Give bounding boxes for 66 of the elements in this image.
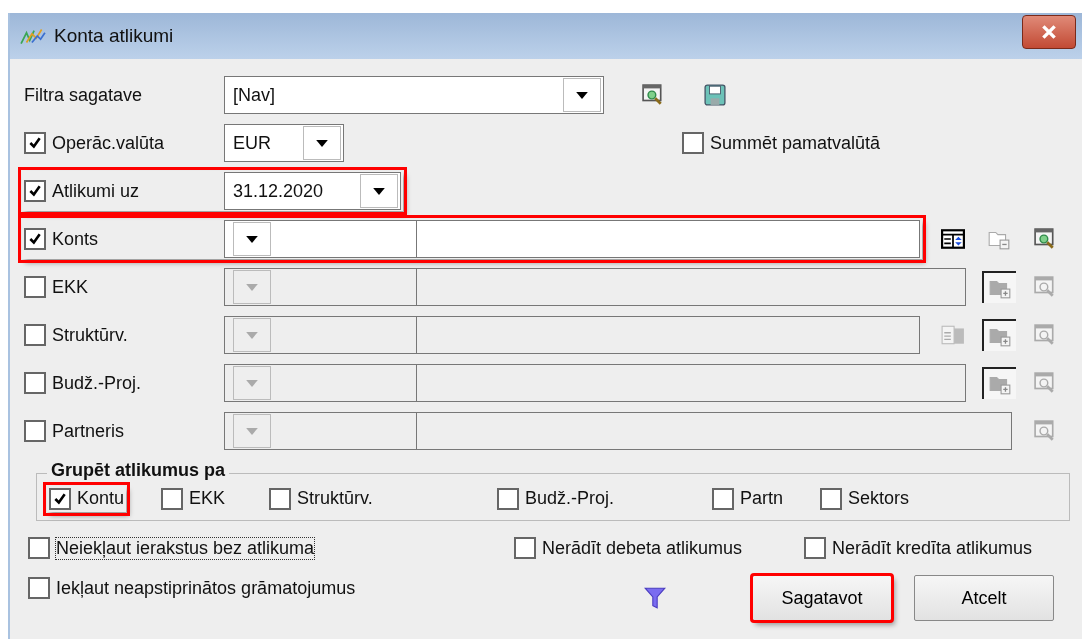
preview-icon[interactable] xyxy=(642,84,664,106)
text-field[interactable] xyxy=(417,412,1012,450)
checkbox-label: Iekļaut neapstiprinātos grāmatojumus xyxy=(56,577,356,599)
checkbox[interactable] xyxy=(514,537,536,559)
checkbox[interactable] xyxy=(161,487,183,510)
checkbox-label: Summēt pamatvalūtā xyxy=(710,132,881,154)
dropdown-field[interactable] xyxy=(224,268,417,306)
checkmark-icon xyxy=(53,491,67,506)
filter-icon[interactable] xyxy=(644,586,666,610)
field-label: EKK xyxy=(52,276,89,298)
checkbox[interactable] xyxy=(49,487,71,510)
checkbox-label: Nerādīt kredīta atlikumus xyxy=(832,537,1033,559)
checkbox[interactable] xyxy=(682,132,704,154)
close-button[interactable] xyxy=(1022,15,1076,49)
field-label: Konts xyxy=(52,228,99,250)
text-field[interactable] xyxy=(417,220,920,258)
checkbox[interactable] xyxy=(24,372,46,394)
dropdown-field[interactable] xyxy=(224,412,417,450)
checkbox[interactable] xyxy=(28,537,50,559)
checkbox[interactable] xyxy=(804,537,826,559)
checkbox-label: Partn xyxy=(740,488,784,509)
checkbox[interactable] xyxy=(269,487,291,510)
checkmark-icon xyxy=(28,136,42,150)
checkbox-label: EKK xyxy=(189,488,226,509)
checkbox-label: Budž.-Proj. xyxy=(525,488,615,509)
checkbox-label: Kontu xyxy=(77,488,125,509)
checkbox[interactable] xyxy=(24,180,46,202)
dropdown-field[interactable] xyxy=(224,316,417,354)
checkbox[interactable] xyxy=(497,487,519,510)
dropdown-field[interactable]: [Nav] xyxy=(224,76,604,114)
checkbox[interactable] xyxy=(24,420,46,442)
checkbox[interactable] xyxy=(712,487,734,510)
checkmark-icon xyxy=(28,232,42,246)
dropdown-field[interactable]: EUR xyxy=(224,124,344,162)
dialog-button[interactable]: Sagatavot xyxy=(752,575,892,621)
checkbox[interactable] xyxy=(24,228,46,250)
close-icon xyxy=(1040,25,1058,39)
group-title: Grupēt atlikumus pa xyxy=(47,460,230,481)
checkbox-label: Neiekļaut ierakstus bez atlikuma xyxy=(56,537,315,559)
save-icon[interactable] xyxy=(704,84,726,106)
checkmark-icon xyxy=(28,184,42,198)
checkbox[interactable] xyxy=(28,577,50,599)
checkbox-label: Sektors xyxy=(848,488,910,509)
checkbox[interactable] xyxy=(24,324,46,346)
text-field[interactable] xyxy=(417,268,966,306)
field-label: Partneris xyxy=(52,420,125,442)
field-label: Budž.-Proj. xyxy=(52,372,142,394)
dialog-button[interactable]: Atcelt xyxy=(914,575,1054,621)
dropdown-field[interactable]: 31.12.2020 xyxy=(224,172,401,210)
field-label: Filtra sagatave xyxy=(24,84,143,106)
checkbox-label: Nerādīt debeta atlikumus xyxy=(542,537,743,559)
window-title: Konta atlikumi xyxy=(54,25,175,47)
checkbox[interactable] xyxy=(820,487,842,510)
preview-icon[interactable] xyxy=(1034,228,1056,250)
dropdown-field[interactable] xyxy=(224,364,417,402)
field-label: Operāc.valūta xyxy=(52,132,165,154)
text-field[interactable] xyxy=(417,316,920,354)
field-label: Struktūrv. xyxy=(52,324,128,346)
dropdown-field[interactable] xyxy=(224,220,417,258)
table-icon[interactable] xyxy=(941,229,965,249)
chart-lines-icon xyxy=(20,27,46,45)
text-field[interactable] xyxy=(417,364,966,402)
checkbox-label: Struktūrv. xyxy=(297,488,373,509)
checkbox[interactable] xyxy=(24,132,46,154)
field-label: Atlikumi uz xyxy=(52,180,140,202)
checkbox[interactable] xyxy=(24,276,46,298)
